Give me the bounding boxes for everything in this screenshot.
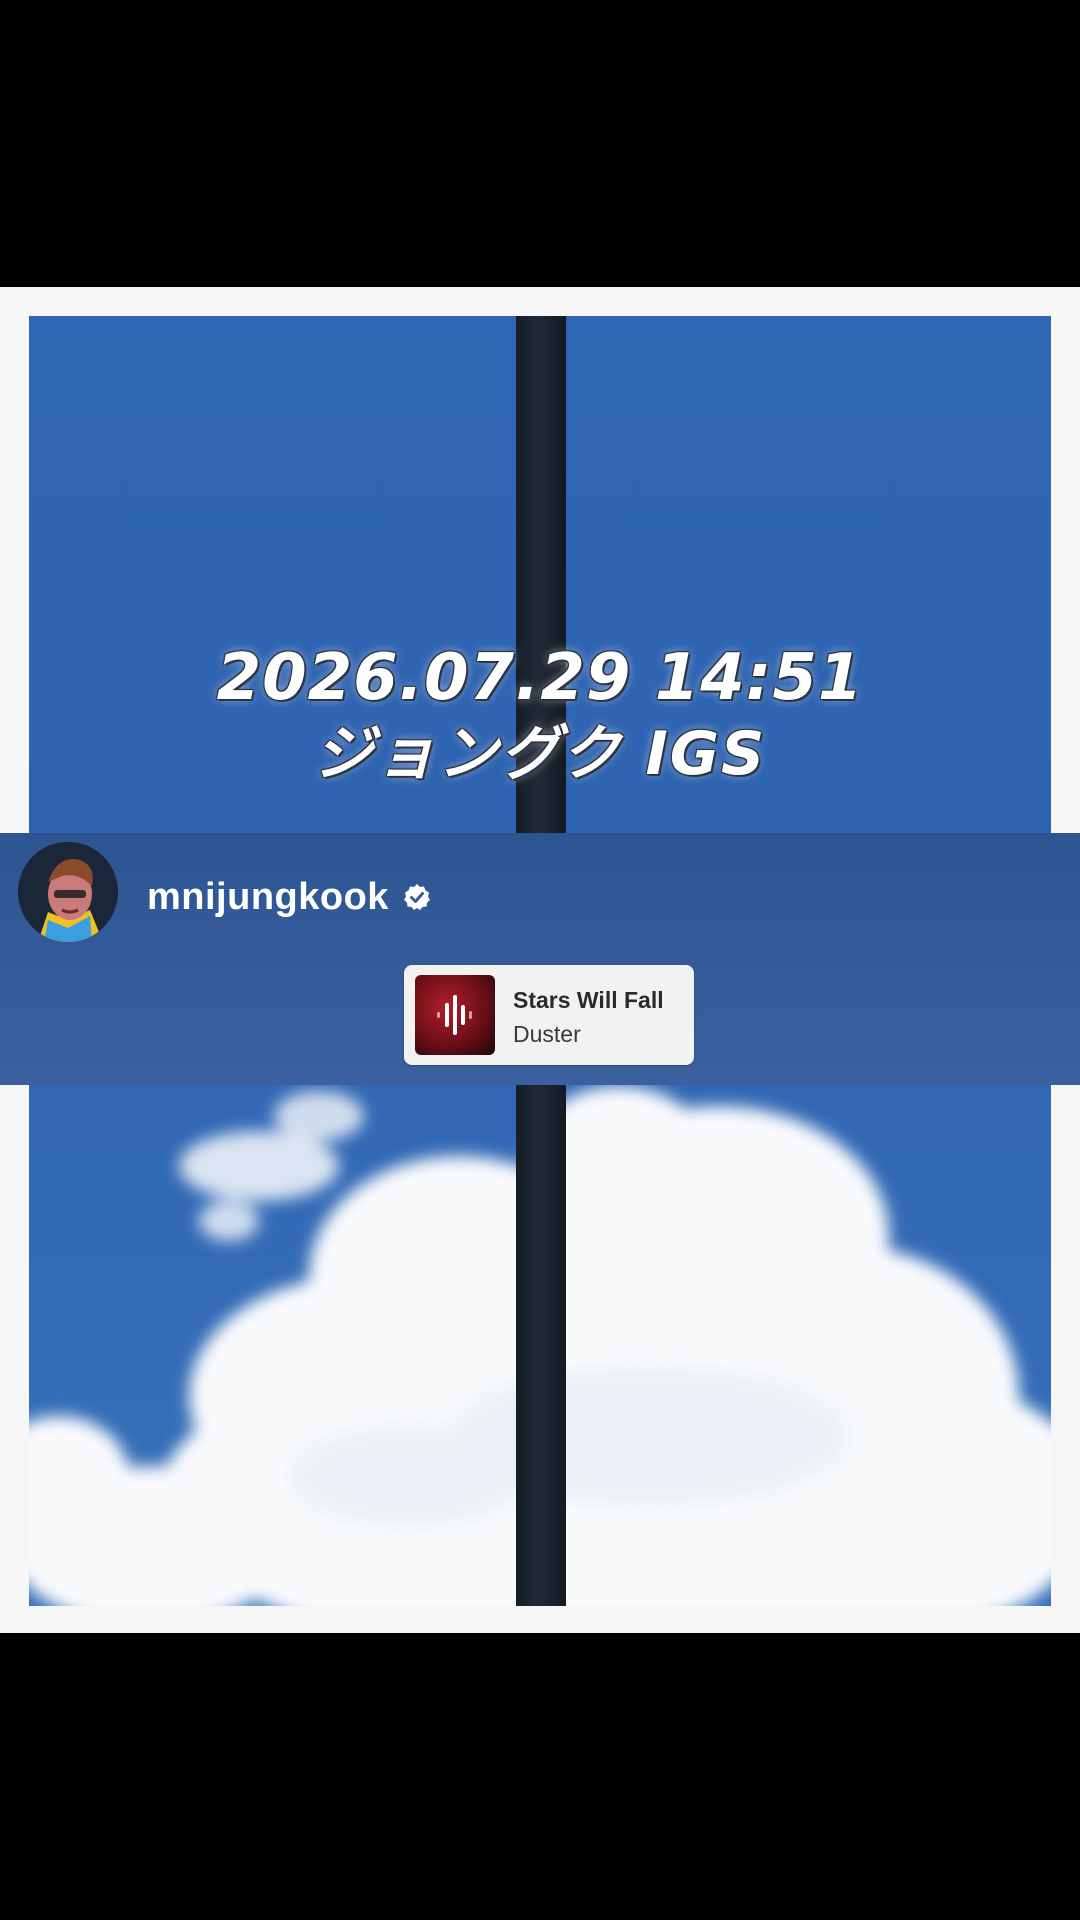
caption-subtitle: ジョングク IGS xyxy=(313,719,767,789)
caption-overlay: 2026.07.29 14:51 ジョングク IGS xyxy=(0,640,1080,792)
song-title: Stars Will Fall xyxy=(513,987,664,1013)
audio-waveform-icon xyxy=(437,995,472,1035)
avatar-graphic xyxy=(18,842,118,942)
username[interactable]: mnijungkook xyxy=(147,876,389,919)
music-sticker[interactable]: Stars Will Fall Duster xyxy=(404,965,694,1065)
username-row[interactable]: mnijungkook xyxy=(147,872,431,922)
story-screen: 2026.07.29 14:51 ジョングク IGS mnijungkook S… xyxy=(0,0,1080,1920)
song-artist: Duster xyxy=(513,1021,581,1047)
avatar[interactable] xyxy=(18,842,118,942)
album-art xyxy=(415,975,495,1055)
caption-datetime: 2026.07.29 14:51 xyxy=(216,641,864,715)
verified-badge-icon xyxy=(403,884,430,910)
